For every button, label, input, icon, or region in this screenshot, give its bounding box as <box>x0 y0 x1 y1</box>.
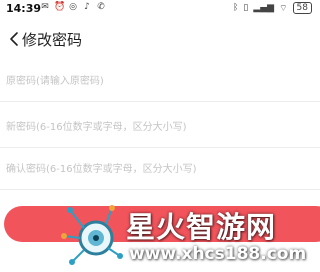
message-icon: ✉ <box>41 2 49 12</box>
old-password-field <box>0 58 320 104</box>
wifi-call-icon: ✆ <box>97 2 105 12</box>
new-password-input[interactable] <box>4 104 308 150</box>
vibrate-icon: ▯ <box>243 3 249 13</box>
watermark: 星火智游网 www.xhcs188.com <box>56 196 320 272</box>
watermark-title: 星火智游网 <box>126 210 277 244</box>
status-left-icons: ✉ ⏰ ◎ ♪ ✆ <box>40 2 106 12</box>
old-password-input[interactable] <box>4 58 308 104</box>
alarm-icon: ⏰ <box>54 2 66 12</box>
confirm-password-input[interactable] <box>4 146 308 192</box>
header: 修改密码 <box>0 24 320 54</box>
watermark-logo <box>61 205 123 265</box>
confirm-password-field <box>0 146 320 192</box>
new-password-field <box>0 104 320 150</box>
tiktok-icon: ♪ <box>84 2 90 12</box>
wifi-icon: ⌔ <box>279 3 288 14</box>
watermark-url: www.xhcs188.com <box>129 244 307 264</box>
page-title: 修改密码 <box>22 31 83 49</box>
status-right-icons: ᛒ ▯ ▂▄▆ ⌔ 58 <box>233 2 312 14</box>
signal-icon: ▂▄▆ <box>253 3 275 13</box>
location-icon: ◎ <box>69 2 77 12</box>
status-bar: 14:39 ✉ ⏰ ◎ ♪ ✆ ᛒ ▯ ▂▄▆ ⌔ 58 <box>0 0 320 20</box>
status-time: 14:39 <box>6 2 42 15</box>
battery-indicator: 58 <box>292 2 312 14</box>
bluetooth-icon: ᛒ <box>232 3 239 13</box>
